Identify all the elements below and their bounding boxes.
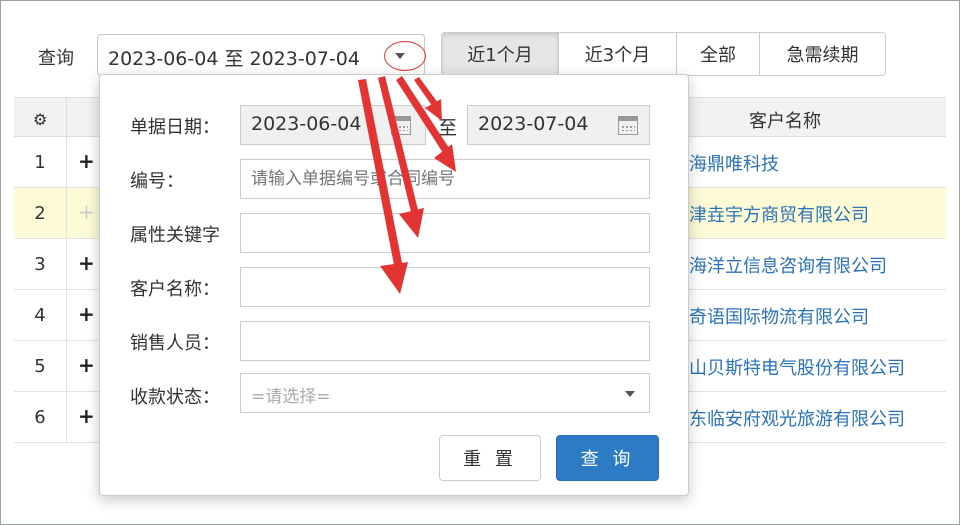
attr-keyword-input[interactable] bbox=[240, 213, 650, 253]
row-index: 1 bbox=[14, 137, 67, 187]
date-range-text: 2023-06-04 至 2023-07-04 bbox=[108, 48, 360, 70]
date-range-dropdown[interactable]: 2023-06-04 至 2023-07-04 bbox=[97, 34, 425, 76]
query-label: 查询 bbox=[38, 48, 74, 69]
number-label: 编号： bbox=[130, 171, 184, 192]
expand-icon[interactable]: + bbox=[78, 302, 95, 326]
row-index: 2 bbox=[14, 188, 67, 238]
date-from-value: 2023-06-04 bbox=[251, 113, 362, 135]
expand-icon[interactable]: + bbox=[78, 404, 95, 428]
expand-icon[interactable]: + bbox=[78, 200, 95, 224]
row-index: 3 bbox=[14, 239, 67, 289]
row-index: 6 bbox=[14, 392, 67, 442]
quick-range-all[interactable]: 全部 bbox=[676, 32, 760, 76]
calendar-icon[interactable] bbox=[618, 116, 638, 135]
calendar-icon[interactable] bbox=[391, 116, 411, 135]
column-divider bbox=[66, 98, 67, 138]
gear-icon[interactable]: ⚙ bbox=[33, 110, 47, 129]
date-from-input[interactable]: 2023-06-04 bbox=[240, 105, 426, 145]
quick-range-1-month[interactable]: 近1个月 bbox=[441, 32, 559, 76]
attr-keyword-label: 属性关键字 bbox=[130, 225, 220, 246]
customer-name-input[interactable] bbox=[240, 267, 650, 307]
number-input[interactable] bbox=[240, 159, 650, 199]
quick-range-3-months[interactable]: 近3个月 bbox=[558, 32, 677, 76]
sales-person-label: 销售人员： bbox=[130, 333, 220, 354]
date-separator: 至 bbox=[438, 117, 458, 139]
date-to-input[interactable]: 2023-07-04 bbox=[467, 105, 650, 145]
quick-range-group: 近1个月 近3个月 全部 急需续期 bbox=[441, 32, 886, 76]
expand-icon[interactable]: + bbox=[78, 149, 95, 173]
quick-range-urgent-renewal[interactable]: 急需续期 bbox=[759, 32, 886, 76]
annotation-circle bbox=[384, 41, 426, 71]
customer-link[interactable]: 山贝斯特电气股份有限公司 bbox=[689, 354, 905, 380]
row-index: 5 bbox=[14, 341, 67, 391]
query-button[interactable]: 查 询 bbox=[556, 435, 659, 481]
customer-link[interactable]: 奇语国际物流有限公司 bbox=[689, 303, 869, 329]
row-index: 4 bbox=[14, 290, 67, 340]
chevron-down-icon bbox=[625, 391, 635, 397]
payment-status-select[interactable]: =请选择= bbox=[240, 373, 650, 413]
expand-icon[interactable]: + bbox=[78, 251, 95, 275]
payment-status-label: 收款状态： bbox=[130, 387, 220, 408]
customer-name-label: 客户名称： bbox=[130, 279, 220, 300]
customer-link[interactable]: 东临安府观光旅游有限公司 bbox=[689, 405, 905, 431]
date-to-value: 2023-07-04 bbox=[478, 113, 589, 135]
customer-link[interactable]: 津垚宇方商贸有限公司 bbox=[689, 201, 869, 227]
doc-date-label: 单据日期： bbox=[130, 117, 220, 138]
payment-status-value: =请选择= bbox=[251, 387, 331, 407]
filter-panel: 单据日期： 2023-06-04 至 2023-07-04 编号： 属性关键字 … bbox=[99, 74, 689, 496]
column-header-customer[interactable]: 客户名称 bbox=[749, 107, 821, 133]
expand-icon[interactable]: + bbox=[78, 353, 95, 377]
reset-button[interactable]: 重 置 bbox=[439, 435, 541, 481]
customer-link[interactable]: 海洋立信息咨询有限公司 bbox=[689, 252, 887, 278]
customer-link[interactable]: 海鼎唯科技 bbox=[689, 150, 779, 176]
sales-person-input[interactable] bbox=[240, 321, 650, 361]
